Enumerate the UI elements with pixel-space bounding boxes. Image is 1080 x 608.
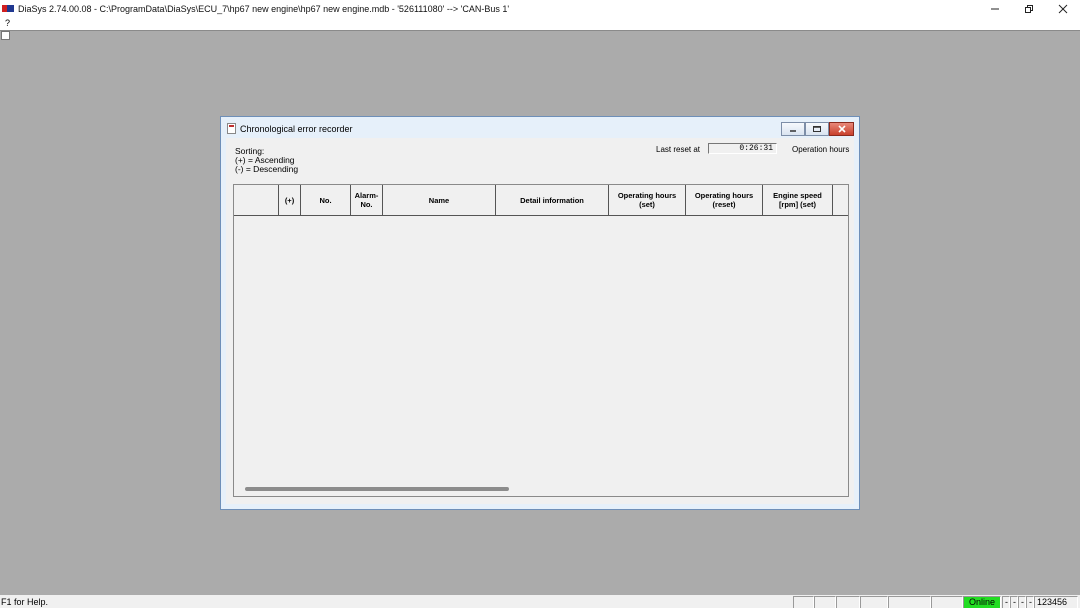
mdi-divider	[0, 30, 1080, 31]
minimize-icon	[991, 8, 999, 9]
column-header-label: No.	[360, 200, 373, 209]
column-header-label: Detail information	[520, 195, 584, 205]
status-id: 123456	[1034, 596, 1078, 608]
app-title-bar: DiaSys 2.74.00.08 - C:\ProgramData\DiaSy…	[0, 0, 1080, 17]
last-reset-field: 0:26:31	[708, 143, 777, 154]
status-pane	[860, 596, 888, 608]
column-header-engine-speed[interactable]: Engine speed [rpm] (set)	[763, 185, 833, 216]
status-flag: -	[1010, 596, 1018, 608]
window-controls	[978, 0, 1080, 17]
column-header-label: Operating hours	[694, 191, 754, 200]
status-bar: F1 for Help. Online - - - - 123456	[0, 595, 1080, 608]
column-header-op-hours-set[interactable]: Operating hours (set)	[609, 185, 686, 216]
column-header-label: Name	[428, 195, 450, 205]
status-flag: -	[1002, 596, 1010, 608]
restore-button[interactable]	[1012, 0, 1046, 17]
status-pane	[814, 596, 836, 608]
column-header-detail[interactable]: Detail information	[496, 185, 609, 216]
child-window-title: Chronological error recorder	[240, 124, 353, 134]
restore-icon	[1025, 4, 1033, 13]
scrollbar-thumb[interactable]	[245, 487, 509, 491]
column-header-label: Operating hours	[617, 191, 677, 200]
column-header-op-hours-reset[interactable]: Operating hours (reset)	[686, 185, 763, 216]
status-help-text: F1 for Help.	[1, 597, 49, 607]
column-header-label: Engine speed	[773, 191, 822, 200]
column-header-label: (set)	[639, 200, 655, 209]
column-header-label: Alarm-	[354, 191, 379, 200]
operation-hours-label: Operation hours	[792, 145, 850, 154]
column-header-number[interactable]: No.	[301, 185, 351, 216]
close-icon	[1058, 4, 1068, 13]
horizontal-scrollbar[interactable]	[234, 483, 848, 496]
column-header-filler	[833, 185, 848, 216]
menu-help[interactable]: ?	[5, 18, 10, 28]
close-icon	[837, 125, 846, 133]
app-title: DiaSys 2.74.00.08 - C:\ProgramData\DiaSy…	[18, 3, 510, 14]
minimize-icon	[790, 130, 796, 132]
column-header-name[interactable]: Name	[383, 185, 496, 216]
status-pane	[931, 596, 963, 608]
last-reset-label: Last reset at	[656, 145, 701, 154]
mdi-child-icon[interactable]	[1, 31, 10, 40]
status-flag: -	[1018, 596, 1026, 608]
document-icon	[227, 123, 236, 134]
child-maximize-button[interactable]	[805, 122, 829, 136]
status-pane	[836, 596, 860, 608]
error-recorder-window: Chronological error recorder Sorting: (+…	[220, 116, 860, 510]
column-header-label: (+)	[284, 195, 295, 205]
status-flag: -	[1026, 596, 1034, 608]
sorting-descending: (-) = Descending	[235, 164, 299, 174]
child-minimize-button[interactable]	[781, 122, 805, 136]
status-pane	[888, 596, 931, 608]
status-pane	[793, 596, 814, 608]
column-header-blank[interactable]	[234, 185, 279, 216]
column-header-alarm-number[interactable]: Alarm- No.	[351, 185, 383, 216]
menu-bar: ?	[0, 17, 1080, 30]
child-title-bar[interactable]: Chronological error recorder	[221, 117, 859, 138]
column-header-label: [rpm] (set)	[778, 200, 817, 209]
minimize-button[interactable]	[978, 0, 1012, 17]
maximize-icon	[813, 126, 821, 132]
app-logo-icon	[2, 5, 14, 12]
error-list[interactable]: (+) No. Alarm- No. Name Detail informati…	[233, 184, 849, 497]
sorting-legend: Sorting: (+) = Ascending (-) = Descendin…	[235, 147, 298, 174]
column-header-label: (reset)	[712, 200, 736, 209]
child-client-area: Sorting: (+) = Ascending (-) = Descendin…	[226, 138, 854, 504]
list-body[interactable]	[234, 216, 848, 483]
child-close-button[interactable]	[829, 122, 854, 136]
column-header-sort[interactable]: (+)	[279, 185, 301, 216]
close-button[interactable]	[1046, 0, 1080, 17]
column-header-label: No.	[319, 195, 332, 205]
online-indicator: Online	[963, 596, 1001, 608]
